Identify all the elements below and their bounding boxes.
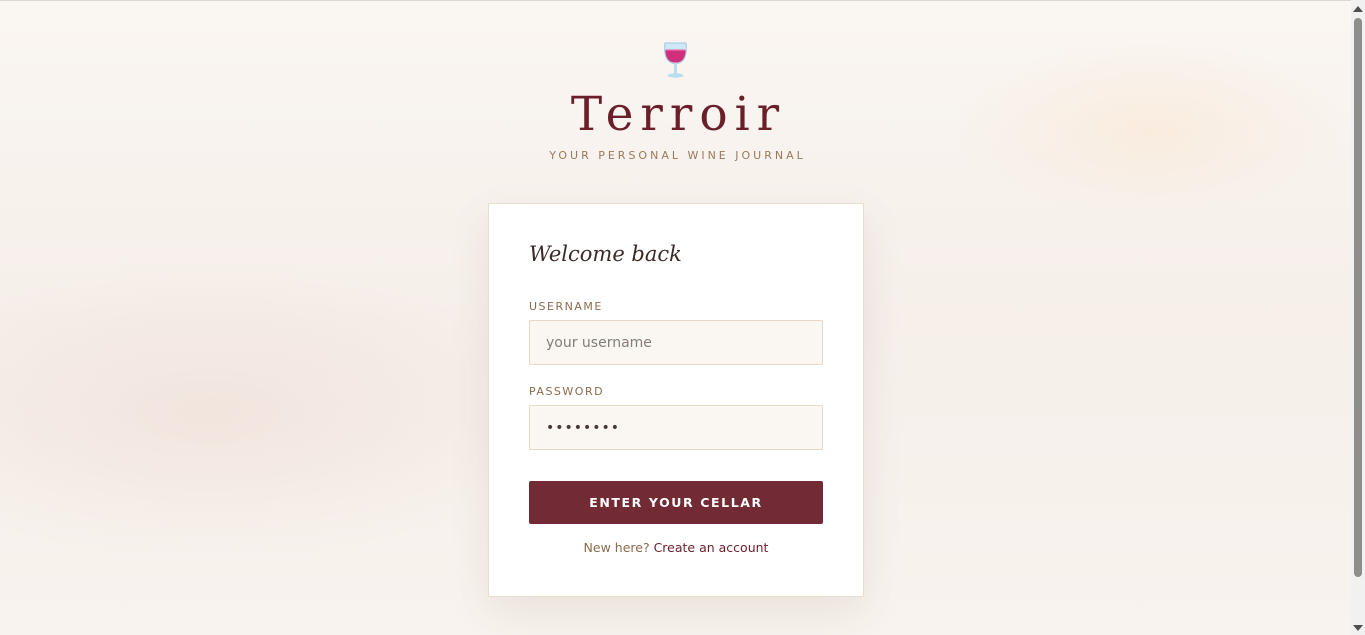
wine-glass-icon [664, 42, 687, 78]
scroll-down-arrow-icon[interactable] [1353, 625, 1363, 631]
login-heading: Welcome back [529, 242, 682, 266]
signup-prompt-text: New here? [583, 540, 650, 555]
brand-title: Terroir [570, 87, 787, 142]
password-input[interactable] [529, 405, 823, 450]
scroll-up-arrow-icon[interactable] [1353, 6, 1363, 12]
username-label: USERNAME [529, 300, 603, 313]
brand-tagline: YOUR PERSONAL WINE JOURNAL [549, 149, 806, 162]
password-label: PASSWORD [529, 385, 605, 398]
enter-cellar-button[interactable]: ENTER YOUR CELLAR [529, 481, 823, 524]
scrollbar-thumb[interactable] [1354, 18, 1362, 577]
signup-prompt: New here? Create an account [489, 540, 863, 555]
username-input[interactable] [529, 320, 823, 365]
login-card: Welcome back USERNAME PASSWORD ENTER YOU… [488, 203, 864, 597]
create-account-link[interactable]: Create an account [654, 540, 769, 555]
